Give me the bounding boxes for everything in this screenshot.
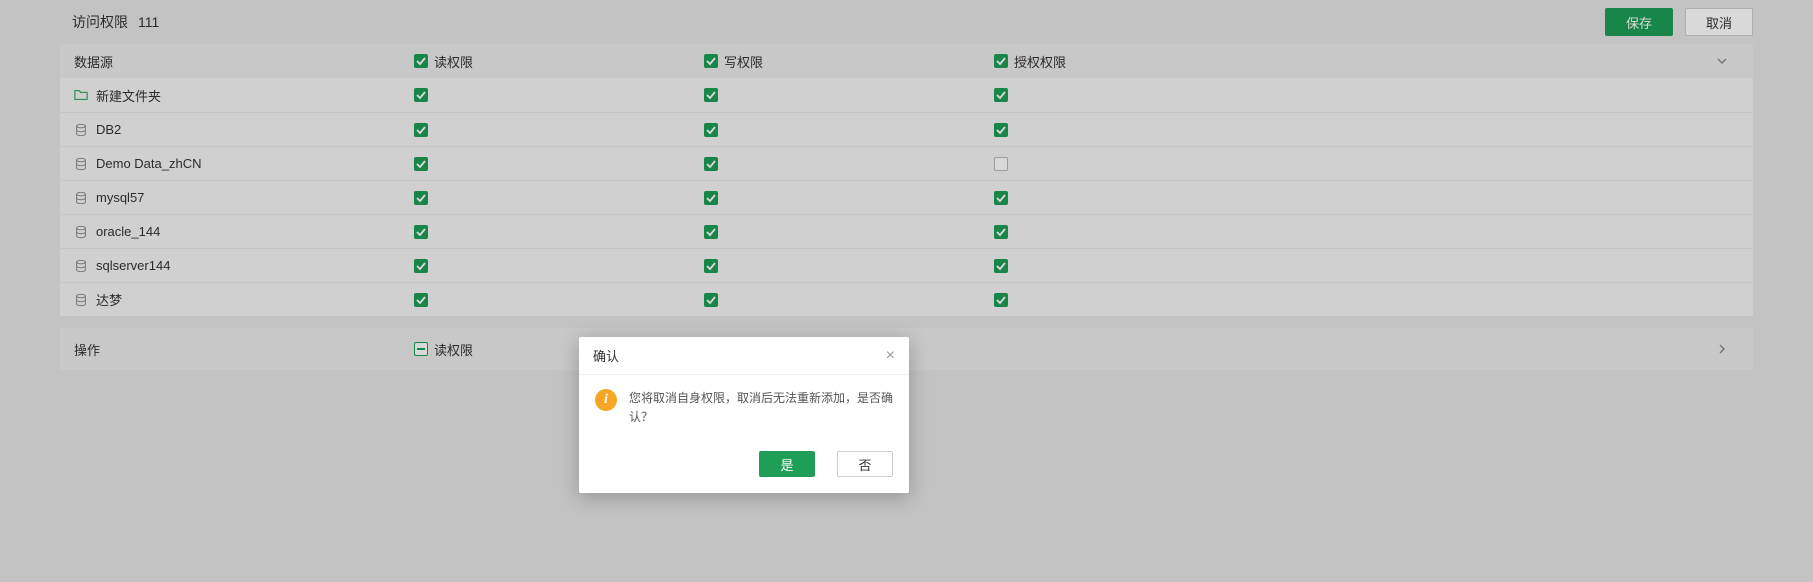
close-icon[interactable]: × (886, 348, 895, 364)
info-icon: i (595, 389, 617, 411)
confirm-modal: 确认 × i 您将取消自身权限，取消后无法重新添加，是否确认？ 是 否 (579, 337, 909, 493)
modal-title: 确认 (593, 346, 619, 365)
confirm-no-button[interactable]: 否 (837, 451, 893, 477)
confirm-yes-button[interactable]: 是 (759, 451, 815, 477)
modal-message: 您将取消自身权限，取消后无法重新添加，是否确认？ (629, 389, 893, 427)
modal-overlay[interactable] (0, 0, 1813, 582)
